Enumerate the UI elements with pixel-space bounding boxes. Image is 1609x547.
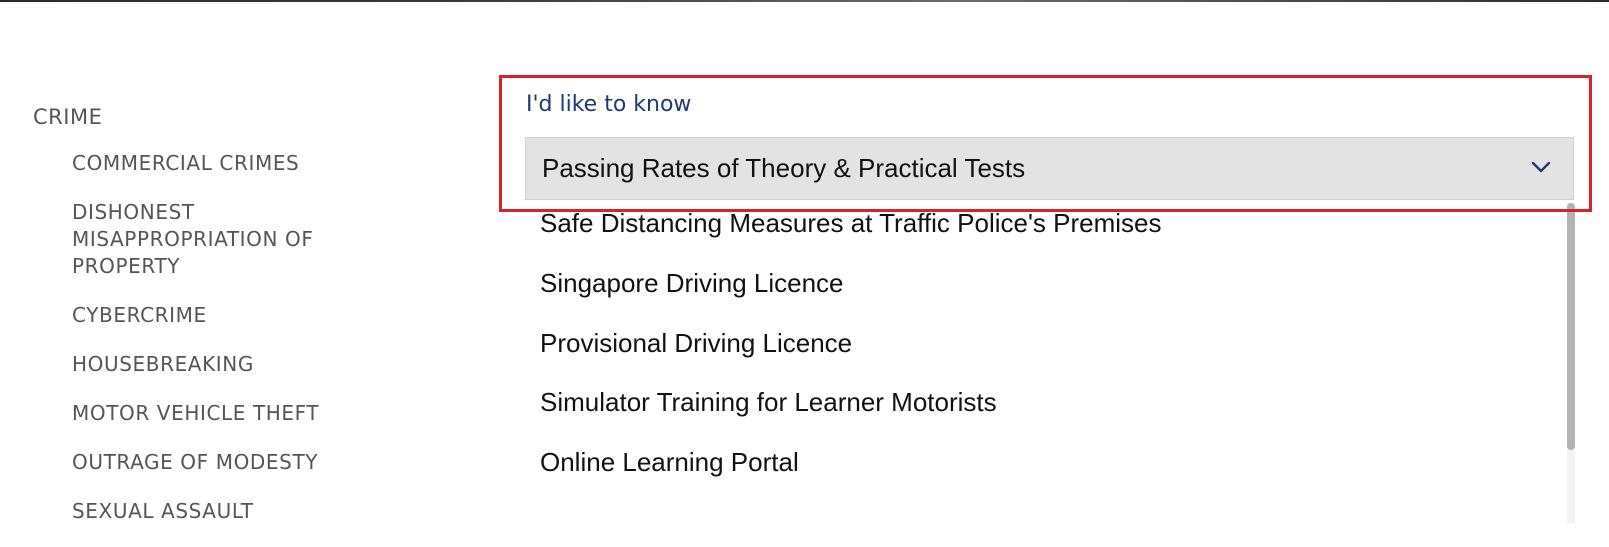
sidebar-item-motor-vehicle-theft[interactable]: MOTOR VEHICLE THEFT bbox=[72, 400, 372, 427]
category-sidebar: CRIME COMMERCIAL CRIMES DISHONEST MISAPP… bbox=[33, 104, 433, 547]
sidebar-heading-crime[interactable]: CRIME bbox=[33, 104, 433, 130]
selector-label: I'd like to know bbox=[526, 92, 692, 117]
option-simulator-training[interactable]: Simulator Training for Learner Motorists bbox=[540, 387, 997, 417]
dropdown-options-list: Safe Distancing Measures at Traffic Poli… bbox=[525, 203, 1574, 523]
option-singapore-driving-licence[interactable]: Singapore Driving Licence bbox=[540, 268, 844, 298]
sidebar-item-cybercrime[interactable]: CYBERCRIME bbox=[72, 302, 372, 329]
sidebar-item-housebreaking[interactable]: HOUSEBREAKING bbox=[72, 351, 372, 378]
option-safe-distancing[interactable]: Safe Distancing Measures at Traffic Poli… bbox=[540, 208, 1162, 238]
chevron-down-icon[interactable] bbox=[1531, 160, 1551, 174]
sidebar-item-commercial-crimes[interactable]: COMMERCIAL CRIMES bbox=[72, 150, 372, 177]
option-provisional-driving-licence[interactable]: Provisional Driving Licence bbox=[540, 328, 852, 358]
topic-select[interactable]: Passing Rates of Theory & Practical Test… bbox=[525, 137, 1574, 200]
sidebar-item-outrage-of-modesty[interactable]: OUTRAGE OF MODESTY bbox=[72, 449, 372, 476]
sidebar-item-dishonest-misappropriation[interactable]: DISHONEST MISAPPROPRIATION OF PROPERTY bbox=[72, 199, 372, 280]
sidebar-item-sexual-assault[interactable]: SEXUAL ASSAULT bbox=[72, 498, 372, 525]
dropdown-scrollbar-thumb[interactable] bbox=[1567, 203, 1575, 450]
header-image-strip bbox=[0, 0, 1609, 2]
option-online-learning-portal[interactable]: Online Learning Portal bbox=[540, 447, 799, 477]
sidebar-list: COMMERCIAL CRIMES DISHONEST MISAPPROPRIA… bbox=[33, 150, 433, 525]
selected-topic: Passing Rates of Theory & Practical Test… bbox=[542, 153, 1026, 183]
